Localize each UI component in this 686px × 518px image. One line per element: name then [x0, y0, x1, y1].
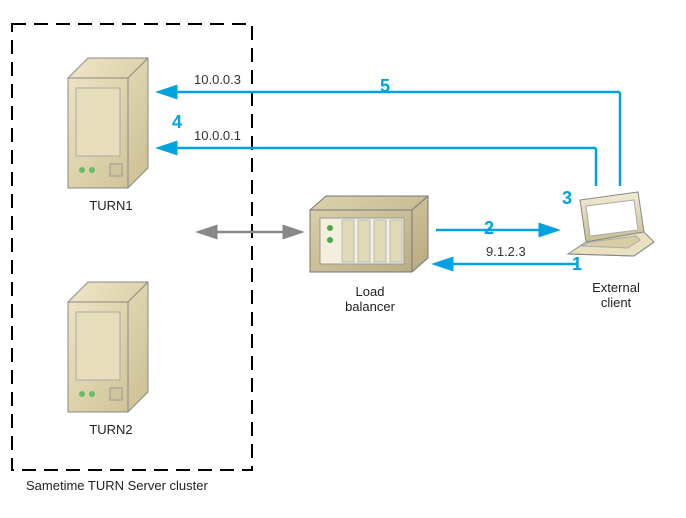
step-5: 5	[380, 76, 390, 97]
external-client	[568, 192, 654, 256]
client-label: External client	[576, 280, 656, 310]
step-1: 1	[572, 254, 582, 275]
client-label-1: External	[592, 280, 640, 295]
cluster-caption: Sametime TURN Server cluster	[26, 478, 246, 493]
step-2: 2	[484, 218, 494, 239]
server-turn1	[68, 58, 148, 188]
turn2-label: TURN2	[66, 422, 156, 437]
turn1-label: TURN1	[66, 198, 156, 213]
step-4: 4	[172, 112, 182, 133]
lb-label: Load balancer	[320, 284, 420, 314]
server-turn2	[68, 282, 148, 412]
ip-10001: 10.0.0.1	[194, 128, 241, 143]
load-balancer	[310, 196, 428, 272]
step-3: 3	[562, 188, 572, 209]
lb-label-1: Load	[356, 284, 385, 299]
client-label-2: client	[601, 295, 631, 310]
ip-10003: 10.0.0.3	[194, 72, 241, 87]
ip-9123: 9.1.2.3	[486, 244, 526, 259]
lb-label-2: balancer	[345, 299, 395, 314]
